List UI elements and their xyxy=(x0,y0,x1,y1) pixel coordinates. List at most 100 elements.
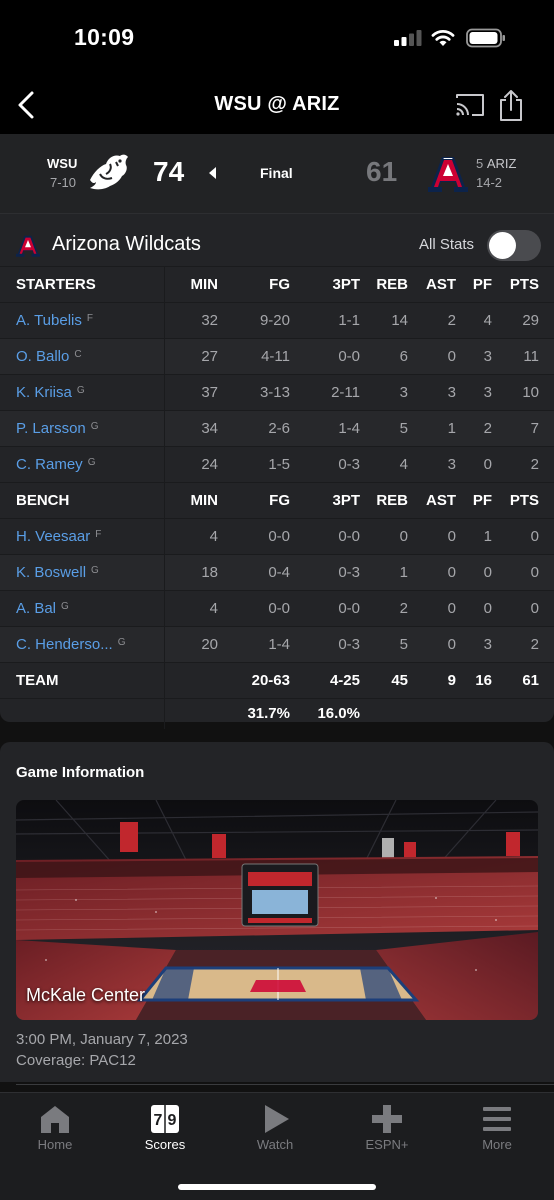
score-header[interactable]: WSU 7-10 74 Final 61 5 ARIZ 14-2 xyxy=(0,134,554,214)
tab-espn-plus[interactable]: ESPN+ xyxy=(332,1093,442,1163)
battery-icon xyxy=(466,28,505,48)
game-information-card: Game Information McKale Center 3:00 PM, … xyxy=(0,742,554,1085)
player-name[interactable]: C. Henderso... xyxy=(16,636,113,653)
divider xyxy=(16,1084,554,1085)
stat-pf: 3 xyxy=(456,338,492,375)
player-cell[interactable]: A. Tubelis F xyxy=(0,302,165,339)
player-position: C xyxy=(74,349,82,360)
col-header-fg[interactable]: FG xyxy=(218,482,290,519)
player-position: G xyxy=(76,385,85,396)
player-name[interactable]: A. Bal xyxy=(16,600,56,617)
player-row[interactable]: A. Bal G 4 0-0 0-0 2 0 0 0 xyxy=(0,590,554,627)
col-header-pf[interactable]: PF xyxy=(456,266,492,303)
stat-min: 20 xyxy=(164,626,218,663)
col-header-reb[interactable]: REB xyxy=(360,482,408,519)
stat-pts: 2 xyxy=(492,446,554,483)
cellular-signal-icon xyxy=(394,30,422,46)
col-header-ast[interactable]: AST xyxy=(408,266,456,303)
stat-pts: 0 xyxy=(492,518,554,555)
cast-icon[interactable] xyxy=(454,92,486,118)
player-name[interactable]: C. Ramey xyxy=(16,456,83,473)
player-row[interactable]: A. Tubelis F 32 9-20 1-1 14 2 4 29 xyxy=(0,302,554,339)
player-row[interactable]: H. Veesaar F 4 0-0 0-0 0 0 1 0 xyxy=(0,518,554,555)
col-header-pts[interactable]: PTS xyxy=(492,482,554,519)
home-team-abbr: ARIZ xyxy=(486,156,517,171)
stat-pf: 0 xyxy=(456,554,492,591)
stat-pts: 0 xyxy=(492,554,554,591)
col-header-ast[interactable]: AST xyxy=(408,482,456,519)
col-header-fg[interactable]: FG xyxy=(218,266,290,303)
player-row[interactable]: K. Boswell G 18 0-4 0-3 1 0 0 0 xyxy=(0,554,554,591)
share-icon[interactable] xyxy=(498,88,524,122)
venue-name: McKale Center xyxy=(26,985,146,1005)
player-cell[interactable]: O. Ballo C xyxy=(0,338,165,375)
stat-ast: 0 xyxy=(408,338,456,375)
player-cell[interactable]: A. Bal G xyxy=(0,590,165,627)
player-name[interactable]: O. Ballo xyxy=(16,348,69,365)
col-header-3pt[interactable]: 3PT xyxy=(290,266,360,303)
venue-photo[interactable]: McKale Center xyxy=(16,800,538,1020)
player-cell[interactable]: K. Kriisa G xyxy=(0,374,165,411)
stat-ast: 0 xyxy=(408,554,456,591)
tab-watch[interactable]: Watch xyxy=(220,1093,330,1163)
status-bar: 10:09 xyxy=(0,0,554,76)
player-cell[interactable]: C. Ramey G xyxy=(0,446,165,483)
player-row[interactable]: C. Ramey G 24 1-5 0-3 4 3 0 2 xyxy=(0,446,554,483)
scores-icon: 7 9 xyxy=(151,1105,179,1133)
stat-3pt: 0-3 xyxy=(290,554,360,591)
player-row[interactable]: P. Larsson G 34 2-6 1-4 5 1 2 7 xyxy=(0,410,554,447)
player-name[interactable]: H. Veesaar xyxy=(16,528,90,545)
col-header-pf[interactable]: PF xyxy=(456,482,492,519)
pct-blank xyxy=(164,698,218,729)
stat-fg: 0-0 xyxy=(218,518,290,555)
player-name[interactable]: P. Larsson xyxy=(16,420,86,437)
tab-home[interactable]: Home xyxy=(0,1093,110,1163)
team-total-min xyxy=(164,662,218,699)
player-name[interactable]: K. Boswell xyxy=(16,564,86,581)
team-3pt-pct: 16.0% xyxy=(290,698,360,729)
player-cell[interactable]: C. Henderso... G xyxy=(0,626,165,663)
player-row[interactable]: C. Henderso... G 20 1-4 0-3 5 0 3 2 xyxy=(0,626,554,663)
menu-icon xyxy=(483,1107,511,1131)
stat-reb: 3 xyxy=(360,374,408,411)
home-indicator[interactable] xyxy=(178,1184,376,1190)
col-header-min[interactable]: MIN xyxy=(164,482,218,519)
stat-3pt: 0-3 xyxy=(290,626,360,663)
player-name[interactable]: A. Tubelis xyxy=(16,312,82,329)
stat-3pt: 2-11 xyxy=(290,374,360,411)
stat-3pt: 0-0 xyxy=(290,590,360,627)
stat-fg: 1-4 xyxy=(218,626,290,663)
stat-pts: 10 xyxy=(492,374,554,411)
stat-fg: 0-4 xyxy=(218,554,290,591)
player-name[interactable]: K. Kriisa xyxy=(16,384,72,401)
tab-more[interactable]: More xyxy=(442,1093,552,1163)
col-header-reb[interactable]: REB xyxy=(360,266,408,303)
stat-pf: 1 xyxy=(456,518,492,555)
player-cell[interactable]: P. Larsson G xyxy=(0,410,165,447)
arizona-logo-icon xyxy=(16,235,40,257)
stat-min: 18 xyxy=(164,554,218,591)
stat-min: 4 xyxy=(164,518,218,555)
team-total-pf: 16 xyxy=(456,662,492,699)
stat-ast: 0 xyxy=(408,518,456,555)
col-header-3pt[interactable]: 3PT xyxy=(290,482,360,519)
player-position: F xyxy=(86,313,93,324)
tab-scores[interactable]: 7 9 Scores xyxy=(110,1093,220,1163)
wsu-cougar-logo-icon[interactable] xyxy=(86,150,132,194)
stat-3pt: 0-3 xyxy=(290,446,360,483)
col-header-min[interactable]: MIN xyxy=(164,266,218,303)
player-row[interactable]: K. Kriisa G 37 3-13 2-11 3 3 3 10 xyxy=(0,374,554,411)
col-header-pts[interactable]: PTS xyxy=(492,266,554,303)
tab-espn-plus-label: ESPN+ xyxy=(365,1137,409,1152)
all-stats-toggle[interactable] xyxy=(487,230,541,261)
player-row[interactable]: O. Ballo C 27 4-11 0-0 6 0 3 11 xyxy=(0,338,554,375)
col-header-bench: BENCH xyxy=(0,482,165,519)
stat-fg: 3-13 xyxy=(218,374,290,411)
player-cell[interactable]: H. Veesaar F xyxy=(0,518,165,555)
stat-ast: 3 xyxy=(408,374,456,411)
stat-pf: 0 xyxy=(456,446,492,483)
toggle-knob xyxy=(489,232,516,259)
arizona-block-a-logo-icon[interactable] xyxy=(428,154,468,194)
stat-ast: 2 xyxy=(408,302,456,339)
player-cell[interactable]: K. Boswell G xyxy=(0,554,165,591)
